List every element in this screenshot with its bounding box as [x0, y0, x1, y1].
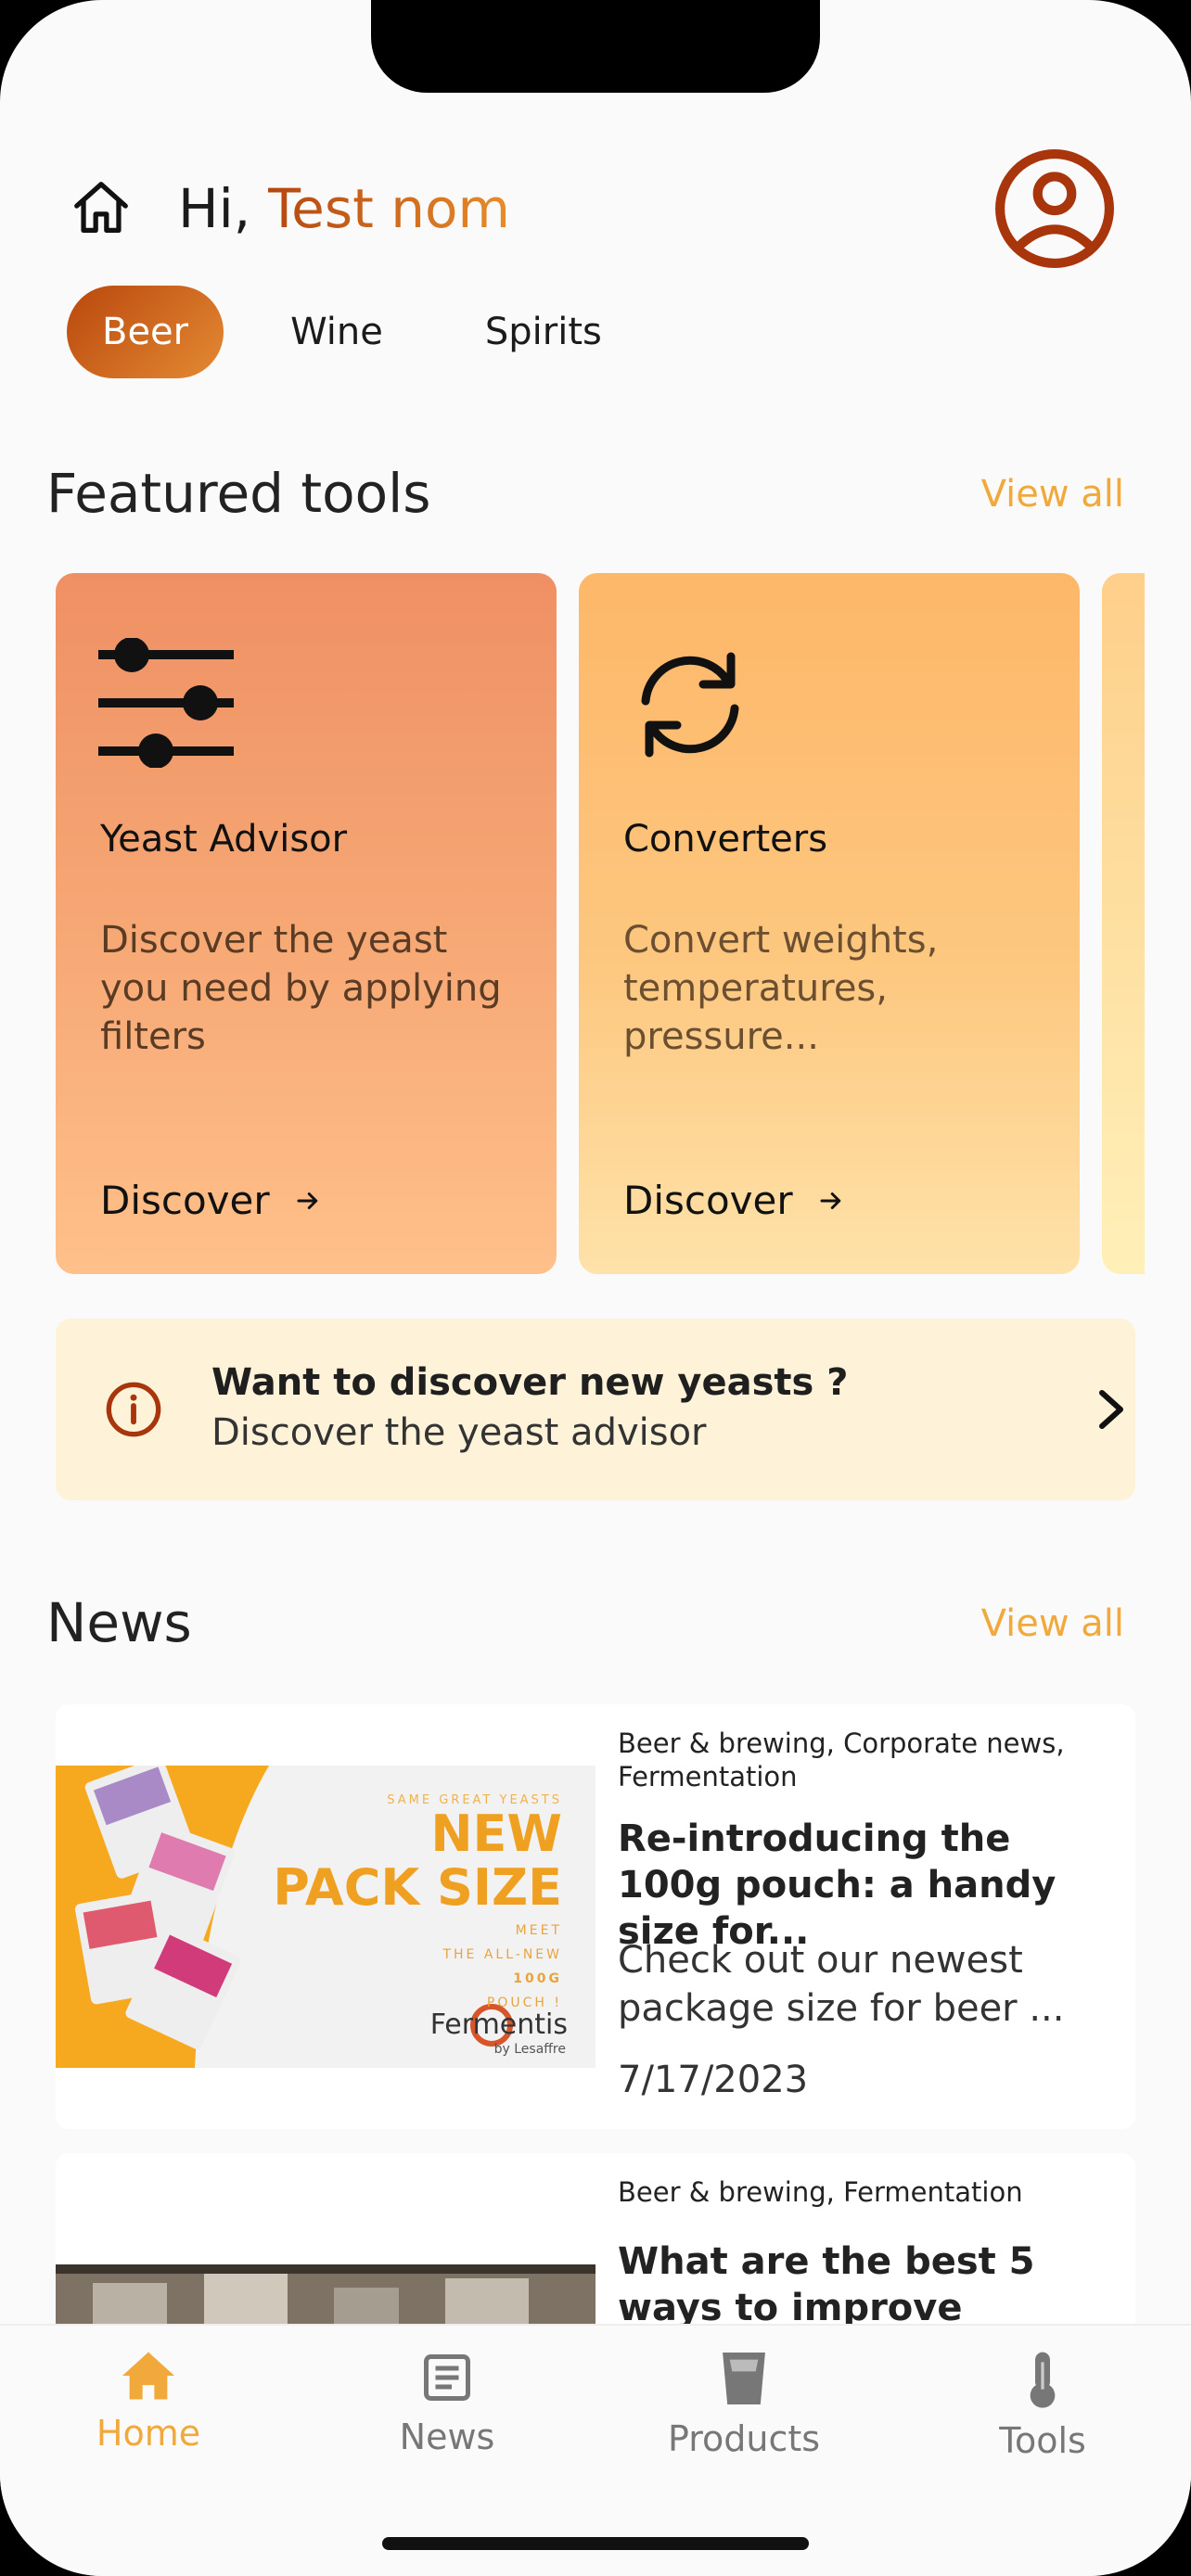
discover-label: Discover — [100, 1178, 270, 1223]
card-description: Convert weights, temperatures, pressure.… — [623, 919, 939, 1058]
tool-card-converters[interactable]: Converters Convert weights, temperatures… — [579, 573, 1080, 1274]
glass-icon — [723, 2353, 765, 2404]
news-summary: Check out our newest package size for be… — [618, 1939, 1065, 2030]
sliders-icon — [98, 638, 234, 768]
tool-card-partial[interactable] — [1102, 573, 1145, 1274]
discover-label: Discover — [623, 1178, 793, 1223]
nav-home[interactable]: Home — [37, 2350, 260, 2454]
phone-screen: Hi, Test nom Beer Wine Spirits Featured … — [0, 0, 1191, 2576]
category-tabs: Beer Wine Spirits — [67, 286, 669, 378]
featured-tools-title: Featured tools — [46, 462, 431, 525]
greeting: Hi, Test nom — [178, 172, 510, 246]
card-title: Converters — [623, 818, 828, 861]
greeting-text: Hi, — [178, 177, 251, 240]
info-icon — [106, 1382, 161, 1437]
arrow-right-icon — [297, 1192, 317, 1209]
promo-meet-3: 100G — [513, 1971, 562, 1986]
arrow-right-icon — [820, 1192, 840, 1209]
tool-card-yeast-advisor[interactable]: Yeast Advisor Discover the yeast you nee… — [56, 573, 557, 1274]
tab-wine[interactable]: Wine — [255, 286, 418, 378]
tab-beer[interactable]: Beer — [67, 286, 224, 378]
home-icon — [122, 2352, 174, 2400]
promo-text: SAME GREAT YEASTS NEW PACK SIZE MEET THE… — [273, 1793, 562, 2011]
promo-brand: Fermentis — [429, 2009, 568, 2041]
nav-products[interactable]: Products — [633, 2350, 855, 2459]
user-name: Test nom — [267, 177, 511, 240]
news-headline: Re-introducing the 100g pouch: a handy s… — [618, 1817, 1057, 1953]
news-title: News — [46, 1591, 192, 1654]
promo-brand-sub: by Lesaffre — [493, 2042, 566, 2057]
nav-label: Tools — [999, 2420, 1086, 2461]
home-indicator — [382, 2537, 809, 2550]
nav-label: Products — [667, 2418, 821, 2459]
newspaper-icon — [424, 2354, 470, 2401]
news-item[interactable]: SAME GREAT YEASTS NEW PACK SIZE MEET THE… — [56, 1704, 1135, 2129]
discover-link[interactable]: Discover — [100, 1178, 322, 1223]
tab-spirits[interactable]: Spirits — [450, 286, 637, 378]
promo-meet-2: THE ALL-NEW — [442, 1947, 562, 1962]
yeast-advisor-banner[interactable]: Want to discover new yeasts ? Discover t… — [56, 1319, 1135, 1500]
banner-subtitle: Discover the yeast advisor — [211, 1411, 707, 1454]
news-categories: Beer & brewing, Corporate news, Fermenta… — [618, 1728, 1065, 1792]
discover-link[interactable]: Discover — [623, 1178, 845, 1223]
featured-view-all-link[interactable]: View all — [981, 473, 1124, 516]
card-description: Discover the yeast you need by applying … — [100, 919, 502, 1058]
refresh-icon — [641, 652, 739, 758]
nav-news[interactable]: News — [336, 2350, 558, 2457]
profile-icon[interactable] — [994, 148, 1115, 269]
nav-label: News — [399, 2417, 495, 2457]
promo-headline-2: PACK SIZE — [273, 1858, 562, 1917]
promo-headline-1: NEW — [430, 1804, 562, 1863]
banner-title: Want to discover new yeasts ? — [211, 1361, 849, 1404]
home-icon[interactable] — [69, 176, 134, 241]
thermometer-icon — [1030, 2352, 1056, 2408]
news-date: 7/17/2023 — [618, 2059, 809, 2101]
promo-meet-1: MEET — [515, 1923, 562, 1938]
nav-label: Home — [96, 2413, 201, 2454]
news-image: SAME GREAT YEASTS NEW PACK SIZE MEET THE… — [56, 1766, 596, 2068]
news-view-all-link[interactable]: View all — [981, 1602, 1124, 1645]
nav-tools[interactable]: Tools — [931, 2350, 1154, 2461]
news-categories: Beer & brewing, Fermentation — [618, 2176, 1023, 2208]
card-title: Yeast Advisor — [100, 818, 348, 861]
notch — [371, 0, 820, 93]
chevron-right-icon — [1099, 1390, 1123, 1429]
